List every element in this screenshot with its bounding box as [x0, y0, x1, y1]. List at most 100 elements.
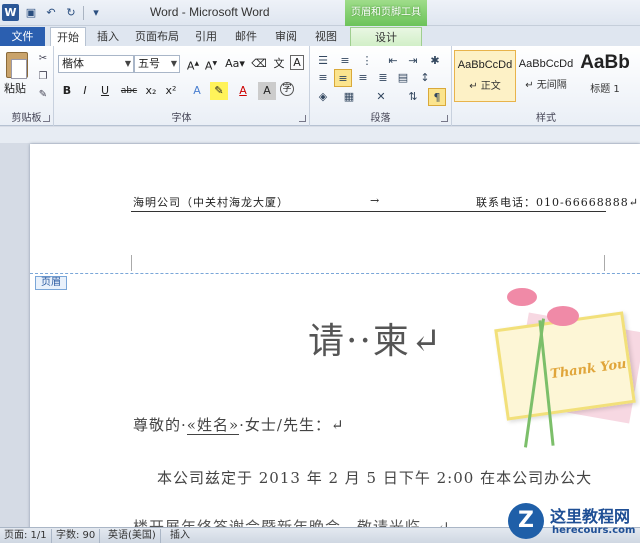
tab-references[interactable]: 引用: [190, 27, 222, 46]
line-spacing-icon[interactable]: ↕: [416, 69, 434, 87]
phonetic-guide-icon[interactable]: 文: [270, 55, 288, 73]
clipboard-launcher-icon[interactable]: [43, 115, 50, 122]
header-boundary: [30, 273, 640, 274]
style-heading-1-sample: AaBb: [580, 52, 630, 73]
format-painter-icon[interactable]: ✎: [36, 88, 50, 102]
numbering-icon[interactable]: ≡: [336, 52, 354, 70]
name-merge-field[interactable]: «姓名»: [186, 416, 240, 435]
distributed-icon[interactable]: ▤: [394, 69, 412, 87]
ribbon-tabs: 文件 开始 插入 页面布局 引用 邮件 审阅 视图 设计: [0, 26, 640, 47]
document-title[interactable]: 请··柬↵: [308, 312, 443, 364]
copy-icon[interactable]: ❐: [36, 70, 50, 84]
paragraph-label: 段落: [370, 113, 391, 124]
char-border-icon[interactable]: A: [290, 55, 304, 70]
font-label: 字体: [171, 113, 192, 124]
font-color-button[interactable]: A: [234, 82, 252, 100]
sort-az-icon[interactable]: ⇅: [404, 88, 422, 106]
strikethrough-button[interactable]: abc: [118, 82, 140, 100]
text-effects-button[interactable]: A: [188, 82, 206, 100]
header-tag: 页眉: [35, 276, 67, 290]
font-size-combo[interactable]: 五号 ▼: [134, 55, 180, 73]
borders-icon[interactable]: ▦: [340, 88, 358, 106]
tab-mailings[interactable]: 邮件: [230, 27, 262, 46]
styles-label: 样式: [536, 113, 556, 124]
header-tab-mark: →: [370, 194, 381, 207]
shading-icon[interactable]: ◈: [314, 88, 332, 106]
justify-icon[interactable]: ≣: [374, 69, 392, 87]
increase-indent-icon[interactable]: ⇥: [404, 52, 422, 70]
header-left-text[interactable]: 海明公司（中关村海龙大厦）: [133, 194, 289, 210]
tab-review[interactable]: 审阅: [270, 27, 302, 46]
greeting-suffix: ·女士/先生：↵: [239, 416, 345, 434]
show-marks-icon[interactable]: ¶: [428, 88, 446, 106]
status-language[interactable]: 英语(美国): [108, 529, 161, 543]
watermark-en: herecours.com: [552, 525, 636, 536]
font-name-combo[interactable]: 楷体 ▼: [58, 55, 134, 73]
style-normal-name: ↵ 正文: [469, 81, 501, 92]
underline-button[interactable]: U: [96, 82, 114, 100]
tab-page-layout[interactable]: 页面布局: [132, 27, 182, 46]
styles-group: AaBbCcDd ↵ 正文 AaBbCcDd ↵ 无间隔 AaBb 标题 1 样…: [452, 46, 640, 126]
status-words[interactable]: 字数: 90: [56, 529, 101, 543]
font-group: 楷体 ▼ 五号 ▼ A▲ A▼ Aa▾ ⌫ 文 A B I U abc x₂ x² …: [54, 46, 310, 126]
tab-design[interactable]: 设计: [350, 27, 422, 46]
header-right-text[interactable]: 联系电话：010-66668888↵: [476, 194, 639, 210]
status-page[interactable]: 页面: 1/1: [4, 529, 52, 543]
cut-icon[interactable]: ✂: [36, 52, 50, 66]
header-footer-tools-title: 页眉和页脚工具: [345, 0, 427, 26]
style-no-spacing[interactable]: AaBbCcDd ↵ 无间隔: [516, 50, 576, 102]
style-normal[interactable]: AaBbCcDd ↵ 正文: [454, 50, 516, 102]
align-center-icon[interactable]: ≡: [334, 69, 352, 87]
style-normal-sample: AaBbCcDd: [457, 59, 513, 71]
greeting-prefix: 尊敬的·: [133, 416, 187, 434]
bullets-icon[interactable]: ☰: [314, 52, 332, 70]
carnation-flower: [547, 306, 579, 326]
font-launcher-icon[interactable]: [299, 115, 306, 122]
crop-mark-right: [604, 255, 605, 271]
bold-button[interactable]: B: [58, 82, 76, 100]
sort-icon[interactable]: ✕: [372, 88, 390, 106]
ruler-strip: [0, 127, 640, 143]
tab-home[interactable]: 开始: [50, 27, 86, 47]
undo-icon[interactable]: ↶: [43, 5, 59, 21]
paragraph-launcher-icon[interactable]: [441, 115, 448, 122]
highlight-icon[interactable]: ✎: [210, 82, 228, 100]
word-app-icon[interactable]: W: [2, 4, 19, 21]
customize-qat-icon[interactable]: ▾: [88, 5, 104, 21]
subscript-button[interactable]: x₂: [142, 82, 160, 100]
style-heading-1[interactable]: AaBb 标题 1: [576, 50, 634, 102]
greeting-line[interactable]: 尊敬的·«姓名»·女士/先生：↵: [133, 414, 345, 435]
align-right-icon[interactable]: ≡: [354, 69, 372, 87]
body-paragraph[interactable]: 本公司兹定于 2013 年 2 月 5 日下午 2:00 在本公司办公大: [157, 467, 592, 488]
clear-format-icon[interactable]: ⌫: [250, 55, 268, 73]
tab-insert[interactable]: 插入: [92, 27, 124, 46]
align-left-icon[interactable]: ≡: [314, 69, 332, 87]
status-insert-mode[interactable]: 插入: [170, 529, 194, 543]
carnation-flower: [507, 288, 537, 306]
style-no-spacing-sample: AaBbCcDd: [518, 58, 574, 70]
tab-file[interactable]: 文件: [0, 27, 45, 46]
tab-view[interactable]: 视图: [310, 27, 342, 46]
chevron-down-icon: ▼: [170, 59, 177, 68]
italic-button[interactable]: I: [76, 82, 94, 100]
multilevel-list-icon[interactable]: ⋮: [358, 52, 376, 70]
char-shading-button[interactable]: A: [258, 82, 276, 100]
paste-button[interactable]: 粘贴: [4, 80, 26, 96]
watermark-cn: 这里教程网: [550, 507, 631, 526]
header-underline: [131, 211, 606, 212]
style-no-spacing-name: ↵ 无间隔: [525, 80, 567, 91]
paste-icon[interactable]: [6, 52, 28, 79]
grow-font-icon[interactable]: A▲: [184, 55, 202, 73]
change-case-icon[interactable]: Aa▾: [224, 55, 246, 73]
superscript-button[interactable]: x²: [162, 82, 180, 100]
decrease-indent-icon[interactable]: ⇤: [384, 52, 402, 70]
save-icon[interactable]: ▣: [23, 5, 39, 21]
chinese-layout-icon[interactable]: ✱: [426, 52, 444, 70]
shrink-font-icon[interactable]: A▼: [202, 55, 220, 73]
qat-separator: [83, 5, 84, 20]
quick-access-toolbar: W ▣ ↶ ↻ ▾: [2, 4, 104, 21]
redo-icon[interactable]: ↻: [63, 5, 79, 21]
font-name-value: 楷体: [62, 57, 84, 70]
enclose-char-icon[interactable]: 字: [280, 82, 294, 96]
paragraph-group: ☰ ≡ ⋮ ⇤ ⇥ ✱ ≡ ≡ ≡ ≣ ▤ ↕ ◈ ▦ ✕ ⇅ ¶ 段落: [310, 46, 452, 126]
